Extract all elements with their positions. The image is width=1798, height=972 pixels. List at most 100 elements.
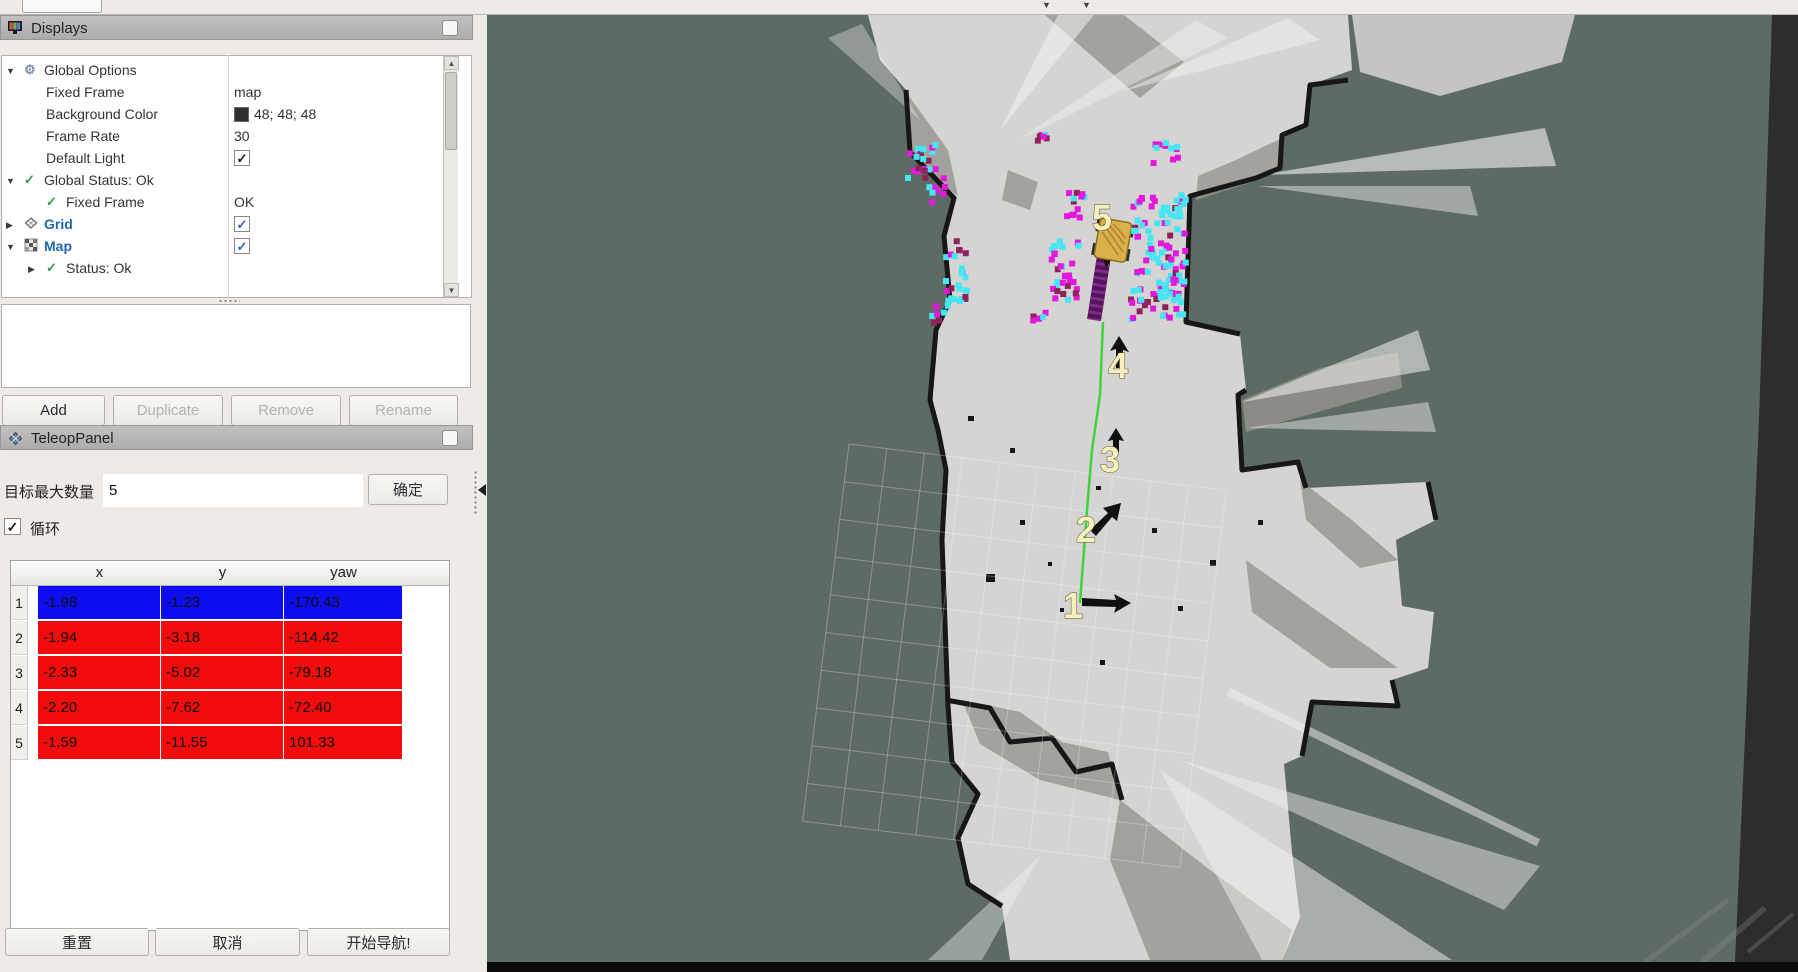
tree-row-map[interactable]: ▼ Map ✓: [2, 236, 442, 258]
chevron-down-icon[interactable]: ▼: [1082, 0, 1091, 10]
waypoint-label-2: 2: [1076, 509, 1096, 550]
tree-row-global-status-ok[interactable]: ▼ ✓ Global Status: Ok: [2, 170, 442, 192]
tree-row-value[interactable]: OK: [234, 194, 254, 210]
collapse-icon[interactable]: ▼: [6, 176, 15, 186]
loop-checkbox[interactable]: ✓: [4, 518, 21, 535]
check-icon: ✓: [46, 260, 57, 276]
enabled-checkbox[interactable]: ✓: [234, 238, 250, 254]
tree-row-fixed-frame[interactable]: ✓Fixed FrameOK: [2, 192, 442, 214]
column-header-x[interactable]: x: [38, 564, 161, 581]
confirm-button[interactable]: 确定: [368, 474, 448, 505]
waypoint-cell-5-x[interactable]: -1.59: [38, 726, 161, 760]
window-bottom-strip: [487, 962, 1798, 972]
splitter-handle[interactable]: [218, 299, 240, 303]
float-panel-button[interactable]: [442, 20, 458, 36]
tree-row-value[interactable]: 48; 48; 48: [234, 106, 316, 122]
tree-row-label: Fixed Frame: [66, 194, 145, 210]
waypoint-cell-4-y[interactable]: -7.62: [161, 691, 284, 725]
enabled-checkbox[interactable]: ✓: [234, 150, 250, 166]
column-header-y[interactable]: y: [161, 564, 284, 581]
tree-row-label: Global Status: Ok: [44, 172, 154, 188]
loop-label: 循环: [30, 518, 60, 539]
teleop-panel-title: TeleopPanel: [31, 430, 114, 447]
displays-panel-titlebar[interactable]: Displays: [0, 15, 473, 40]
tree-row-value[interactable]: map: [234, 84, 261, 100]
waypoint-cell-4-x[interactable]: -2.20: [38, 691, 161, 725]
column-header-yaw[interactable]: yaw: [284, 564, 403, 581]
grid-icon: [24, 216, 38, 233]
waypoint-label-1: 1: [1063, 585, 1083, 626]
cancel-button[interactable]: 取消: [155, 928, 300, 956]
color-swatch[interactable]: [234, 107, 249, 122]
scroll-up-icon[interactable]: ▲: [444, 56, 459, 70]
waypoint-table[interactable]: xyyaw 1 -1.98-1.23-170.43 2 -1.94-3.18-114.4…: [10, 560, 450, 931]
tree-row-value[interactable]: 30: [234, 128, 250, 144]
tree-row-background-color[interactable]: Background Color 48; 48; 48: [2, 104, 442, 126]
dock-splitter[interactable]: [474, 470, 477, 514]
teleop-panel-titlebar[interactable]: TeleopPanel: [0, 425, 473, 450]
collapse-icon[interactable]: ▼: [6, 242, 15, 252]
splitter-collapse-icon[interactable]: [478, 484, 486, 496]
row-header-2[interactable]: 2: [11, 621, 28, 655]
add-button[interactable]: Add: [2, 395, 105, 426]
tree-row-label: Fixed Frame: [46, 84, 125, 100]
waypoint-label-3: 3: [1100, 439, 1120, 480]
displays-tree[interactable]: ▼ ⚙ Global Options Fixed Frame map Background…: [1, 55, 472, 298]
waypoint-cell-3-y[interactable]: -5.02: [161, 656, 284, 690]
max-goal-label: 目标最大数量: [4, 481, 94, 502]
waypoint-cell-3-yaw[interactable]: -79.18: [284, 656, 403, 690]
tree-row-label: Grid: [44, 216, 73, 232]
displays-panel-icon: [7, 20, 24, 36]
tree-row-label: Map: [44, 238, 72, 254]
scrollbar-thumb[interactable]: [445, 72, 457, 150]
float-panel-button[interactable]: [442, 430, 458, 446]
waypoint-cell-1-y[interactable]: -1.23: [161, 586, 284, 620]
scroll-down-icon[interactable]: ▼: [444, 283, 459, 297]
duplicate-button[interactable]: Duplicate: [113, 395, 223, 426]
tree-row-label: Global Options: [44, 62, 137, 78]
tree-row-label: Status: Ok: [66, 260, 131, 276]
waypoint-cell-2-yaw[interactable]: -114.42: [284, 621, 403, 655]
map-3d-view[interactable]: 1 2 3 4 5: [487, 15, 1798, 962]
tree-row-default-light[interactable]: Default Light✓: [2, 148, 442, 170]
row-header-1[interactable]: 1: [11, 586, 28, 620]
waypoint-cell-1-yaw[interactable]: -170.43: [284, 586, 403, 620]
tree-row-grid[interactable]: ▶ Grid ✓: [2, 214, 442, 236]
map-icon: [24, 238, 38, 255]
waypoint-cell-3-x[interactable]: -2.33: [38, 656, 161, 690]
waypoint-cell-1-x[interactable]: -1.98: [38, 586, 161, 620]
enabled-checkbox[interactable]: ✓: [234, 216, 250, 232]
left-dock: Displays ▼ ⚙ Global Options Fixed Frame map B…: [0, 15, 487, 972]
waypoint-cell-4-yaw[interactable]: -72.40: [284, 691, 403, 725]
waypoint-cell-5-yaw[interactable]: 101.33: [284, 726, 403, 760]
waypoint-cell-2-x[interactable]: -1.94: [38, 621, 161, 655]
tree-row-global-options[interactable]: ▼ ⚙ Global Options: [2, 60, 442, 82]
waypoint-cell-5-y[interactable]: -11.55: [161, 726, 284, 760]
expand-icon[interactable]: ▶: [28, 264, 35, 275]
remove-button[interactable]: Remove: [231, 395, 341, 426]
expand-icon[interactable]: ▶: [6, 220, 13, 231]
tree-row-frame-rate[interactable]: Frame Rate30: [2, 126, 442, 148]
start-navigation-button[interactable]: 开始导航!: [307, 928, 450, 956]
waypoint-label-4: 4: [1108, 345, 1128, 386]
chevron-down-icon[interactable]: ▼: [1042, 0, 1051, 10]
tree-row-status-ok[interactable]: ▶ ✓ Status: Ok: [2, 258, 442, 280]
tree-row-label: Background Color: [46, 106, 158, 122]
top-toolbar: ▼ ▼: [0, 0, 1798, 15]
row-header-5[interactable]: 5: [11, 726, 28, 760]
rename-button[interactable]: Rename: [349, 395, 458, 426]
tree-row-fixed-frame[interactable]: Fixed Frame map: [2, 82, 442, 104]
empty-list-area: [1, 304, 471, 388]
tree-column-separator: [228, 55, 229, 298]
toolbar-button-partial[interactable]: [22, 0, 102, 13]
row-header-3[interactable]: 3: [11, 656, 28, 690]
gear-icon: ⚙: [24, 62, 36, 78]
reset-button[interactable]: 重置: [5, 928, 149, 956]
displays-panel-title: Displays: [31, 20, 88, 37]
row-header-4[interactable]: 4: [11, 691, 28, 725]
waypoint-cell-2-y[interactable]: -3.18: [161, 621, 284, 655]
check-icon: ✓: [24, 172, 35, 188]
max-goal-input[interactable]: 5: [103, 474, 363, 507]
collapse-icon[interactable]: ▼: [6, 66, 15, 76]
tree-scrollbar[interactable]: ▲ ▼: [443, 56, 458, 297]
